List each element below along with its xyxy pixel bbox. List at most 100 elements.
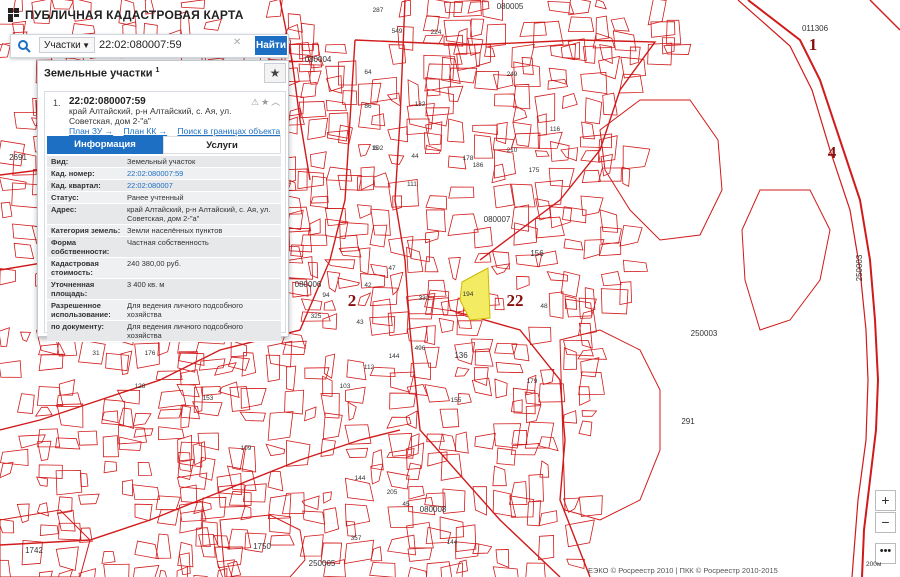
district-label: 22 bbox=[507, 291, 524, 310]
district-label: 4 bbox=[828, 143, 837, 162]
parcel-number: 132 bbox=[415, 101, 426, 108]
info-key: Кад. квартал: bbox=[51, 181, 101, 190]
parcel-number: 194 bbox=[463, 291, 474, 298]
info-tabs: Информация Услуги bbox=[47, 136, 281, 154]
panel-title: Земельные участки 1 bbox=[44, 67, 159, 80]
parcel-number: 94 bbox=[322, 292, 330, 299]
info-value: Земли населённых пунктов bbox=[127, 226, 223, 235]
parcel-number: 109 bbox=[241, 445, 252, 452]
attribution: ЕЭКО © Росреестр 2010 | ПКК © Росреестр … bbox=[588, 566, 778, 575]
search-type-select[interactable]: Участки ▼ bbox=[39, 37, 95, 53]
info-row: Кад. номер: 22:02:080007:59 bbox=[47, 168, 281, 180]
parcel-number: 31 bbox=[92, 350, 100, 357]
clear-icon[interactable]: ✕ bbox=[233, 37, 241, 48]
link-plan-zu[interactable]: План ЗУ → bbox=[69, 126, 113, 136]
district-label: 2 bbox=[348, 291, 357, 310]
info-value: Для ведения личного подсобного хозяйства bbox=[127, 322, 243, 340]
panel-count: 1 bbox=[155, 67, 160, 74]
info-key: Кадастровая стоимость: bbox=[51, 259, 99, 277]
info-value: Частная собственность bbox=[127, 238, 209, 247]
info-value: Ранее учтенный bbox=[127, 193, 184, 202]
search-bar: Участки ▼ 22:02:080007:59 ✕ Найти bbox=[10, 34, 289, 58]
district-label: 1 bbox=[809, 35, 818, 54]
parcel-number: 325 bbox=[311, 313, 322, 320]
result-address: край Алтайский, р-н Алтайский, с. Ая, ул… bbox=[69, 106, 232, 126]
info-row: Кадастровая стоимость: 240 380,00 руб. bbox=[47, 258, 281, 279]
info-value: Для ведения личного подсобного хозяйства bbox=[127, 301, 243, 319]
info-row: по документу: Для ведения личного подсобн… bbox=[47, 321, 281, 342]
parcel-number: 175 bbox=[529, 167, 540, 174]
link-plan-kk[interactable]: План КК → bbox=[124, 126, 168, 136]
info-value: 3 400 кв. м bbox=[127, 280, 165, 289]
app-logo[interactable]: ПУБЛИЧНАЯ КАДАСТРОВАЯ КАРТА bbox=[8, 8, 244, 22]
quarter-label: 1742 bbox=[25, 546, 43, 555]
info-key: Форма собственности: bbox=[51, 238, 110, 256]
parcel-number: 44 bbox=[411, 153, 419, 160]
info-row: Разрешенное использование: Для ведения ли… bbox=[47, 300, 281, 321]
parcel-number: 15 bbox=[371, 145, 379, 152]
search-input[interactable]: 22:02:080007:59 bbox=[99, 37, 249, 53]
quarter-label: 291 bbox=[681, 417, 695, 426]
parcel-number: 357 bbox=[351, 535, 362, 542]
result-card: 1. 22:02:080007:59 ⚠★︿ край Алтайский, р… bbox=[44, 91, 286, 342]
favorite-star-button[interactable]: ★ bbox=[264, 63, 286, 83]
info-row: Кад. квартал: 22:02:080007 bbox=[47, 180, 281, 192]
parcel-number: 210 bbox=[507, 147, 518, 154]
info-row: Уточненная площадь: 3 400 кв. м bbox=[47, 279, 281, 300]
result-number: 1. bbox=[53, 98, 61, 108]
scale-label: 200м bbox=[866, 561, 882, 568]
quarter-label: 2691 bbox=[9, 153, 27, 162]
chevron-down-icon: ▼ bbox=[82, 41, 90, 50]
parcel-number: 128 bbox=[135, 383, 146, 390]
zoom-in-button[interactable]: + bbox=[875, 490, 896, 511]
tab-services[interactable]: Услуги bbox=[163, 136, 281, 154]
parcel-number: 153 bbox=[203, 395, 214, 402]
info-value: Земельный участок bbox=[127, 157, 196, 166]
logo-icon bbox=[8, 8, 19, 22]
info-row: Статус: Ранее учтенный bbox=[47, 192, 281, 204]
info-key: Категория земель: bbox=[51, 226, 121, 235]
quarter-label: 080007 bbox=[484, 215, 511, 224]
parcel-number: 64 bbox=[364, 69, 372, 76]
parcel-number: 496 bbox=[415, 345, 426, 352]
info-value[interactable]: 22:02:080007:59 bbox=[125, 168, 281, 179]
parcel-number: 155 bbox=[451, 397, 462, 404]
quarter-label: 250003 bbox=[855, 254, 864, 281]
find-button[interactable]: Найти bbox=[255, 36, 287, 55]
tab-information[interactable]: Информация bbox=[47, 136, 163, 154]
search-icon[interactable] bbox=[17, 39, 31, 53]
parcel-number: 144 bbox=[447, 539, 458, 546]
card-action-icons[interactable]: ⚠★︿ bbox=[251, 95, 282, 108]
parcel-number: 186 bbox=[473, 162, 484, 169]
parcel-number: 249 bbox=[507, 71, 518, 78]
parcel-number: 144 bbox=[355, 475, 366, 482]
parcel-number: 48 bbox=[540, 303, 548, 310]
parcel-number: 179 bbox=[527, 378, 538, 385]
quarter-label: 1750 bbox=[253, 542, 271, 551]
quarter-label: 250005 bbox=[309, 559, 336, 568]
parcel-number: 178 bbox=[463, 155, 474, 162]
info-row: Категория земель: Земли населённых пункто… bbox=[47, 225, 281, 237]
info-row: Вид: Земельный участок bbox=[47, 156, 281, 168]
quarter-label: 080006 bbox=[295, 280, 322, 289]
parcel-number: 116 bbox=[550, 126, 561, 133]
parcel-number: 103 bbox=[340, 383, 351, 390]
app-title: ПУБЛИЧНАЯ КАДАСТРОВАЯ КАРТА bbox=[25, 8, 244, 22]
parcel-number: 47 bbox=[388, 265, 396, 272]
info-value: край Алтайский, р-н Алтайский, с. Ая, ул… bbox=[127, 205, 271, 223]
parcel-number: 144 bbox=[389, 353, 400, 360]
info-table: Вид: Земельный участок Кад. номер: 22:02:08… bbox=[47, 156, 281, 342]
results-panel: Земельные участки 1 ★ 1. 22:02:080007:59… bbox=[37, 60, 289, 342]
quarter-label: 136 bbox=[454, 351, 468, 360]
quarter-label: 156 bbox=[530, 249, 544, 258]
info-key: Вид: bbox=[51, 157, 69, 166]
info-key: Уточненная площадь: bbox=[51, 280, 95, 298]
info-key: Адрес: bbox=[51, 205, 77, 214]
info-key: Кад. номер: bbox=[51, 169, 95, 178]
search-type-label: Участки bbox=[44, 40, 81, 51]
quarter-label: 080008 bbox=[420, 505, 447, 514]
zoom-out-button[interactable]: − bbox=[875, 512, 896, 533]
panel-title-text: Земельные участки bbox=[44, 67, 153, 80]
info-value[interactable]: 22:02:080007 bbox=[125, 180, 281, 191]
parcel-number: 112 bbox=[364, 364, 375, 371]
